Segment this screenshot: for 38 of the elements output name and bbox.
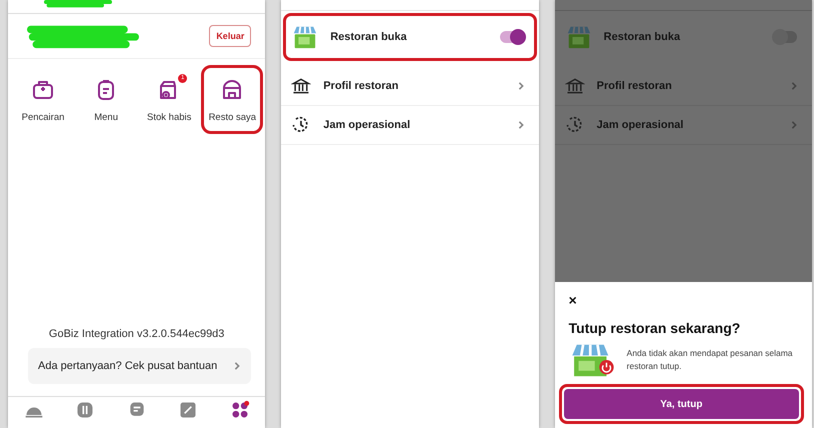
logout-button[interactable]: Keluar	[209, 25, 252, 47]
sheet-message: Anda tidak akan mendapat pesanan selama restoran tutup.	[626, 347, 794, 373]
wallet-icon	[31, 78, 55, 102]
shop-icon	[566, 24, 592, 50]
menu-label: Stok habis	[147, 112, 192, 123]
sheet-title: Tutup restoran sekarang?	[568, 320, 742, 336]
settings-row[interactable]: Restoran buka	[283, 13, 537, 61]
chevron-icon	[790, 121, 798, 129]
settings-row[interactable]: Restoran buka	[556, 13, 810, 61]
version-text: GoBiz Integration v3.2.0.544ec99d3	[48, 328, 226, 340]
row-label: Restoran buka	[604, 31, 682, 43]
chevron-icon	[516, 82, 525, 90]
row-label: Jam operasional	[596, 119, 684, 131]
settings-link[interactable]: Profil restoran	[281, 67, 539, 106]
confirm-button[interactable]: Ya, tutup	[564, 389, 799, 419]
help-link[interactable]: Ada pertanyaan? Cek pusat bantuan	[28, 348, 252, 384]
menu-item[interactable]: Resto saya	[201, 65, 264, 134]
shop-icon	[292, 24, 318, 50]
menu-item[interactable]: Menu	[75, 65, 138, 134]
menu-item[interactable]: Pencairan	[12, 65, 74, 134]
menu-label: Resto saya	[208, 112, 256, 123]
row-label: Restoran buka	[330, 31, 408, 43]
settings-link[interactable]: Profil restoran	[554, 67, 812, 106]
grid-icon[interactable]	[230, 400, 250, 420]
row-label: Profil restoran	[596, 80, 673, 92]
close-button[interactable]: ×	[568, 292, 577, 308]
menu-label: Menu	[94, 112, 118, 123]
toggle-switch[interactable]	[500, 31, 524, 43]
menu-label: Pencairan	[22, 112, 64, 123]
settings-link[interactable]: Jam operasional	[554, 106, 812, 145]
row-label: Profil restoran	[323, 80, 400, 92]
bank-icon	[291, 76, 312, 96]
chevron-icon	[516, 121, 525, 129]
bank-icon	[564, 76, 585, 96]
chevron-icon	[790, 82, 798, 90]
chevron-icon	[233, 362, 242, 370]
settings-link[interactable]: Jam operasional	[281, 106, 539, 145]
row-label: Jam operasional	[323, 119, 412, 131]
